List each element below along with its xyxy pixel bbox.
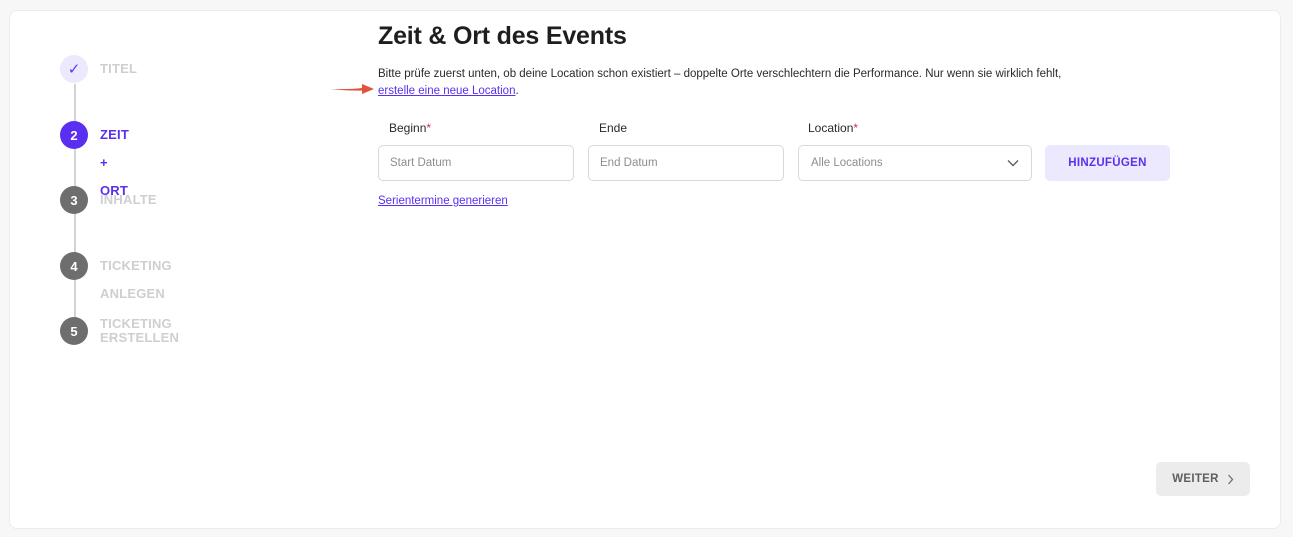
required-mark: *: [426, 121, 432, 135]
start-date-placeholder: Start Datum: [390, 157, 452, 169]
end-label: Ende: [599, 121, 628, 135]
add-button[interactable]: HINZUFÜGEN: [1045, 145, 1170, 181]
intro-period: .: [515, 85, 519, 97]
location-label: Location*: [808, 121, 859, 135]
annotation-arrow-icon: [330, 84, 374, 94]
chevron-down-icon: [1007, 160, 1019, 167]
step-label-titel: TITEL: [100, 61, 138, 76]
step-number: 4: [60, 252, 88, 280]
step-number: 2: [60, 121, 88, 149]
required-mark: *: [853, 121, 859, 135]
end-date-input[interactable]: End Datum: [588, 145, 784, 181]
step-ticketing-anlegen[interactable]: 4 TICKETING ANLEGEN: [60, 252, 172, 308]
step-titel[interactable]: ✓ TITEL: [60, 55, 137, 83]
start-label: Beginn*: [389, 121, 432, 135]
step-inhalte[interactable]: 3 INHALTE: [60, 186, 157, 214]
page-title: Zeit & Ort des Events: [378, 22, 627, 50]
end-date-placeholder: End Datum: [600, 157, 658, 169]
create-location-link[interactable]: erstelle eine neue Location: [378, 85, 515, 97]
location-selected-value: Alle Locations: [811, 157, 883, 169]
intro-sentence: Bitte prüfe zuerst unten, ob deine Locat…: [378, 68, 1062, 80]
step-sublabel: ...: [108, 330, 118, 342]
step-label-ticketing-anlegen: TICKETING ANLEGEN: [100, 258, 172, 301]
step-ticketing-erstellen[interactable]: 5 TICKETING ERSTELLEN: [60, 317, 179, 345]
step-number: 5: [60, 317, 88, 345]
location-select[interactable]: Alle Locations: [798, 145, 1032, 181]
next-button[interactable]: WEITER: [1156, 462, 1250, 496]
step-number: 3: [60, 186, 88, 214]
series-dates-link[interactable]: Serientermine generieren: [378, 195, 508, 207]
check-icon: ✓: [60, 55, 88, 83]
intro-text: Bitte prüfe zuerst unten, ob deine Locat…: [378, 66, 1168, 100]
next-button-label: WEITER: [1172, 473, 1219, 485]
chevron-right-icon: [1227, 474, 1234, 484]
step-label-inhalte: INHALTE: [100, 192, 157, 207]
start-date-input[interactable]: Start Datum: [378, 145, 574, 181]
